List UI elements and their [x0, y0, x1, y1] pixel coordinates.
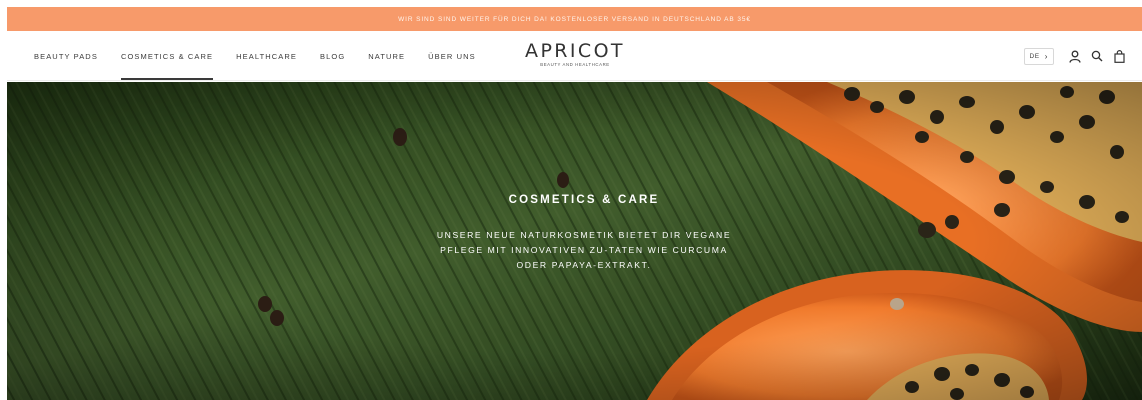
hero-body-text: UNSERE NEUE NATURKOSMETIK BIETET DIR VEG… — [436, 230, 732, 270]
header-actions: DE › — [1023, 31, 1129, 81]
nav-item-healthcare[interactable]: HEALTHCARE — [236, 52, 297, 61]
chevron-right-icon: › — [1044, 51, 1048, 61]
search-icon[interactable] — [1088, 47, 1106, 65]
bag-icon[interactable] — [1110, 47, 1128, 65]
nav-item-beauty-pads[interactable]: BEAUTY PADS — [34, 52, 98, 61]
announcement-bar: WIR SIND SIND WEITER FÜR DICH DA! KOSTEN… — [7, 7, 1142, 31]
logo-wordmark: APRICOT — [525, 40, 625, 62]
logo-tagline: BEAUTY AND HEALTHCARE — [540, 62, 610, 67]
hero-text-block: COSMETICS & CARE UNSERE NEUE NATURKOSMET… — [422, 194, 746, 273]
nav-item-nature[interactable]: NATURE — [368, 52, 405, 61]
language-selector[interactable]: DE › — [1023, 47, 1054, 65]
language-value: DE — [1029, 52, 1040, 60]
user-icon[interactable] — [1066, 47, 1084, 65]
main-nav: BEAUTY PADS COSMETICS & CARE HEALTHCARE … — [34, 31, 499, 81]
page-frame: WIR SIND SIND WEITER FÜR DICH DA! KOSTEN… — [7, 7, 1142, 400]
nav-item-ueber-uns[interactable]: ÜBER UNS — [428, 52, 476, 61]
site-logo[interactable]: APRICOT BEAUTY AND HEALTHCARE — [520, 41, 630, 67]
hero-banner: COSMETICS & CARE UNSERE NEUE NATURKOSMET… — [7, 82, 1142, 400]
site-header: BEAUTY PADS COSMETICS & CARE HEALTHCARE … — [7, 31, 1142, 81]
nav-item-blog[interactable]: BLOG — [320, 52, 345, 61]
nav-item-cosmetics-care[interactable]: COSMETICS & CARE — [120, 52, 214, 80]
announcement-text: WIR SIND SIND WEITER FÜR DICH DA! KOSTEN… — [398, 15, 751, 23]
hero-title: COSMETICS & CARE — [508, 194, 660, 206]
